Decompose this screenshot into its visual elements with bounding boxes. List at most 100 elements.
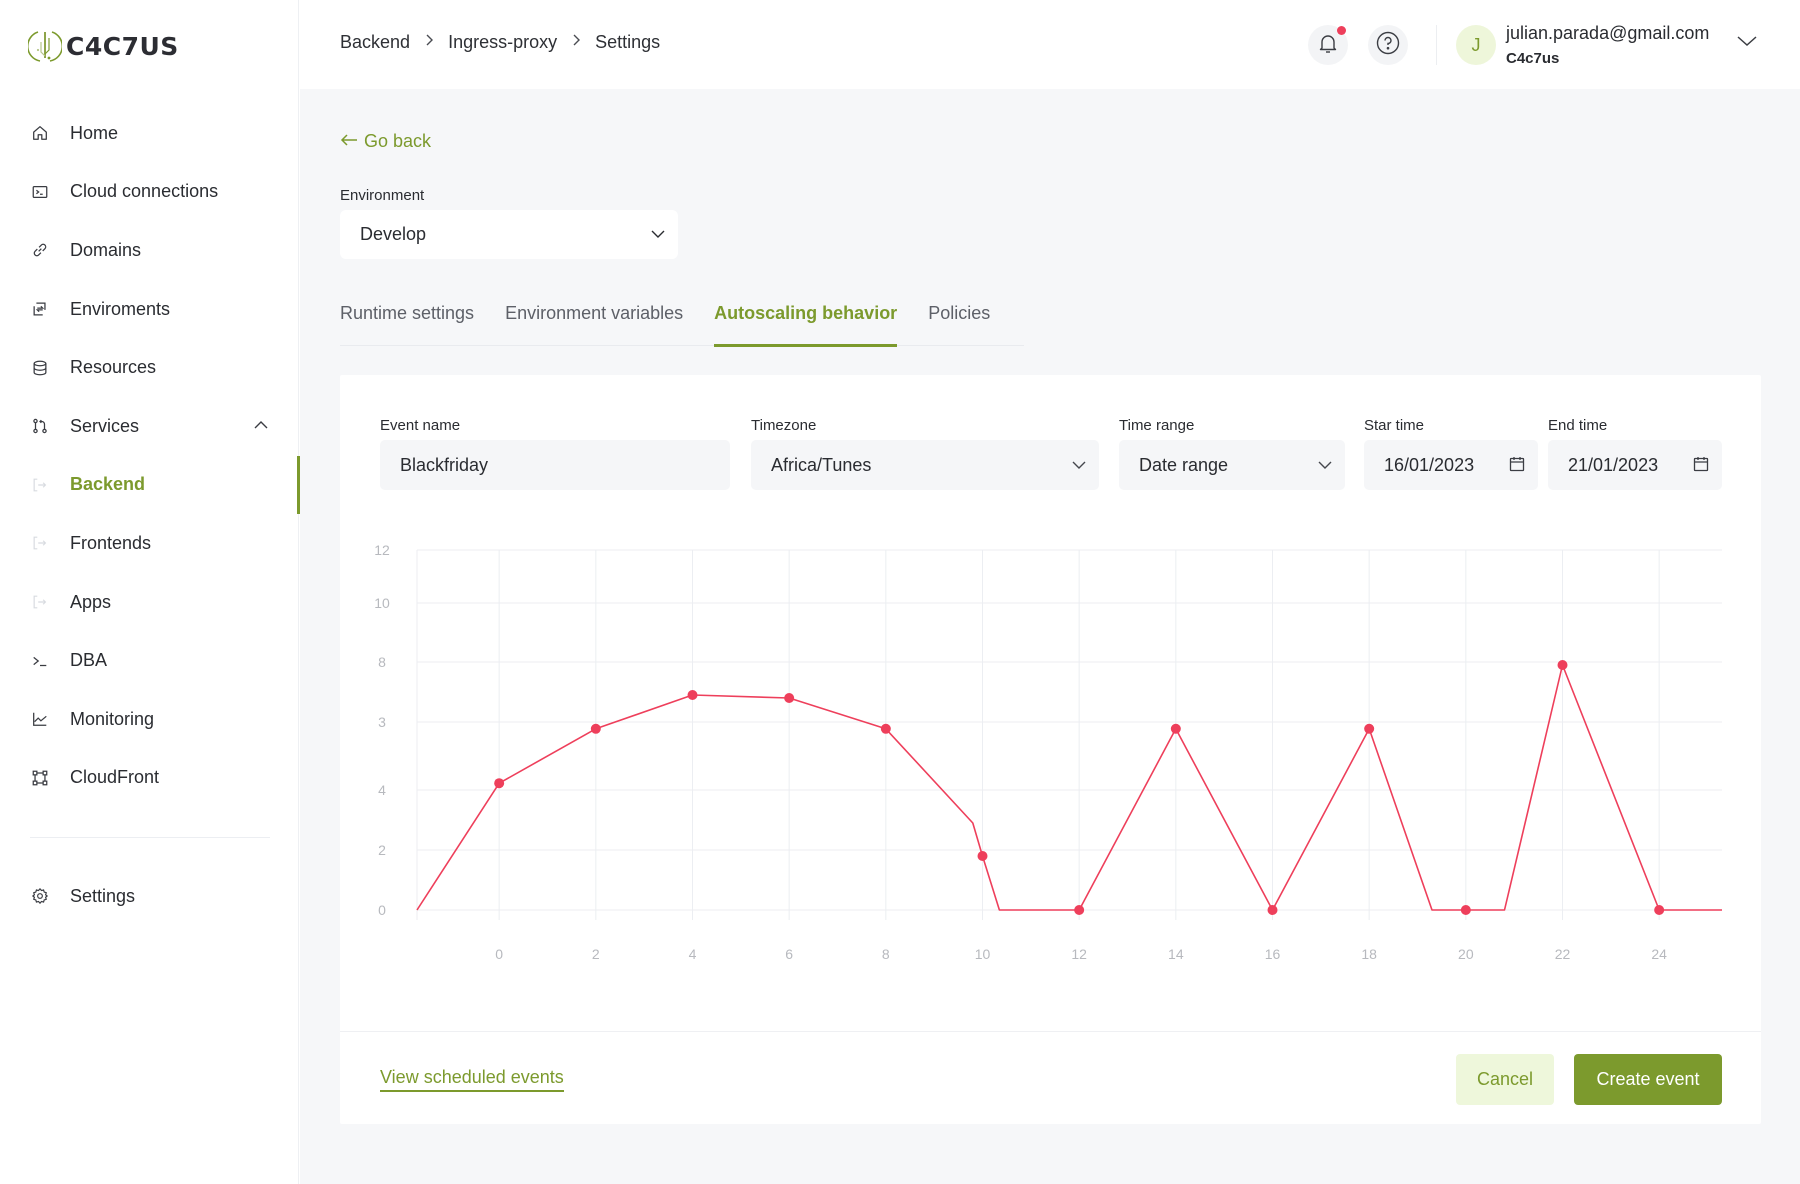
data-point [880,723,891,734]
sidebar-item-label: CloudFront [70,767,160,788]
x-tick-label: 22 [1555,946,1571,962]
chevron-up-icon[interactable] [253,417,269,435]
sidebar-nav: Home Cloud connections Domains Enviromen… [0,104,300,808]
home-icon [30,123,50,143]
top-header: Backend Ingress-proxy Settings J julian.… [300,0,1800,89]
x-tick-label: 20 [1458,946,1474,962]
data-point [1267,905,1278,915]
sidebar: C4C7US Home Cloud connections Domains En… [0,0,300,1184]
x-tick-label: 18 [1361,946,1377,962]
breadcrumb-item-ingress-proxy[interactable]: Ingress-proxy [448,32,557,53]
sidebar-item-enviroments[interactable]: Enviroments [0,280,299,339]
data-point [687,690,698,700]
sidebar-item-domains[interactable]: Domains [0,221,299,280]
help-button[interactable] [1368,25,1408,65]
sidebar-item-resources[interactable]: Resources [0,338,299,397]
sidebar-item-home[interactable]: Home [0,104,299,163]
data-point [1074,905,1085,915]
breadcrumb: Backend Ingress-proxy Settings [340,32,660,53]
sidebar-item-backend[interactable]: Backend [0,455,300,515]
arrow-left-icon [340,131,358,152]
x-tick-label: 0 [495,946,503,962]
sidebar-item-label: Monitoring [70,708,155,729]
chevron-right-icon [571,33,581,52]
calendar-icon[interactable] [1692,455,1710,478]
data-point [1557,660,1568,670]
breadcrumb-item-backend[interactable]: Backend [340,32,410,53]
sidebar-item-label: Frontends [70,532,152,553]
sidebar-item-settings[interactable]: Settings [0,867,299,926]
data-point [494,778,505,789]
timezone-select[interactable]: Africa/Tunes [751,440,1099,490]
sidebar-item-label: Domains [70,239,142,260]
sub-arrow-icon [30,475,50,495]
x-tick-label: 12 [1071,946,1087,962]
x-tick-label: 4 [689,946,697,962]
sidebar-item-label: Enviroments [70,298,171,319]
notification-badge [1337,26,1346,35]
sidebar-settings-section: Settings [0,867,299,926]
event-name-input[interactable]: Blackfriday [380,440,730,490]
sidebar-item-label: Settings [70,885,136,906]
chevron-down-icon[interactable] [1736,34,1758,53]
sub-arrow-icon [30,533,50,553]
y-tick-label: 12 [374,542,390,558]
start-time-label: Star time [1364,417,1425,434]
tab-environment-variables[interactable]: Environment variables [505,291,683,346]
sidebar-item-label: Backend [70,474,146,495]
y-tick-label: 0 [378,902,386,918]
chevron-right-icon [424,33,434,52]
x-tick-label: 8 [882,946,890,962]
tab-policies[interactable]: Policies [928,291,990,346]
timezone-value: Africa/Tunes [771,454,872,475]
terminal-prompt-icon [30,651,50,671]
y-tick-label: 8 [378,654,386,670]
calendar-icon[interactable] [1508,455,1526,478]
sidebar-item-services[interactable]: Services [0,397,299,456]
sidebar-item-label: Services [70,415,140,436]
start-time-value: 16/01/2023 [1384,454,1475,475]
event-name-value: Blackfriday [400,454,489,475]
bell-icon [1316,31,1340,60]
end-time-label: End time [1548,417,1608,434]
view-scheduled-events-link[interactable]: View scheduled events [380,1067,564,1092]
x-tick-label: 6 [785,946,793,962]
create-event-button[interactable]: Create event [1574,1054,1722,1105]
time-range-value: Date range [1139,454,1229,475]
data-point [1654,905,1665,915]
card-divider [340,1031,1761,1032]
environment-value: Develop [360,224,427,244]
logo[interactable]: C4C7US [28,28,179,64]
sidebar-item-frontends[interactable]: Frontends [0,514,299,573]
chevron-down-icon [1317,457,1333,478]
header-divider [1436,25,1437,65]
environment-select[interactable]: Develop [340,210,678,259]
start-time-input[interactable]: 16/01/2023 [1364,440,1538,490]
x-tick-label: 14 [1168,946,1184,962]
cancel-button[interactable]: Cancel [1456,1054,1554,1105]
sidebar-item-monitoring[interactable]: Monitoring [0,690,299,749]
time-range-select[interactable]: Date range [1119,440,1345,490]
gear-icon [30,886,50,906]
y-tick-label: 3 [378,714,386,730]
tab-runtime-settings[interactable]: Runtime settings [340,291,474,346]
notifications-button[interactable] [1308,25,1348,65]
go-back-link[interactable]: Go back [340,131,431,152]
sidebar-item-dba[interactable]: DBA [0,631,299,690]
sidebar-item-apps[interactable]: Apps [0,573,299,632]
avatar[interactable]: J [1456,25,1496,65]
y-tick-label: 2 [378,842,386,858]
terminal-box-icon [30,182,50,202]
sidebar-item-cloudfront[interactable]: CloudFront [0,749,299,808]
tab-autoscaling-behavior[interactable]: Autoscaling behavior [714,291,898,347]
sidebar-item-label: Resources [70,357,157,378]
main-content: Backend Ingress-proxy Settings J julian.… [300,0,1800,1184]
data-point [1460,905,1471,915]
sidebar-item-cloud-connections[interactable]: Cloud connections [0,163,299,222]
end-time-input[interactable]: 21/01/2023 [1548,440,1722,490]
x-tick-label: 10 [975,946,991,962]
data-point [1364,723,1375,734]
y-tick-label: 4 [378,782,386,798]
sidebar-item-label: Apps [70,591,112,612]
chevron-down-icon [1071,457,1087,478]
